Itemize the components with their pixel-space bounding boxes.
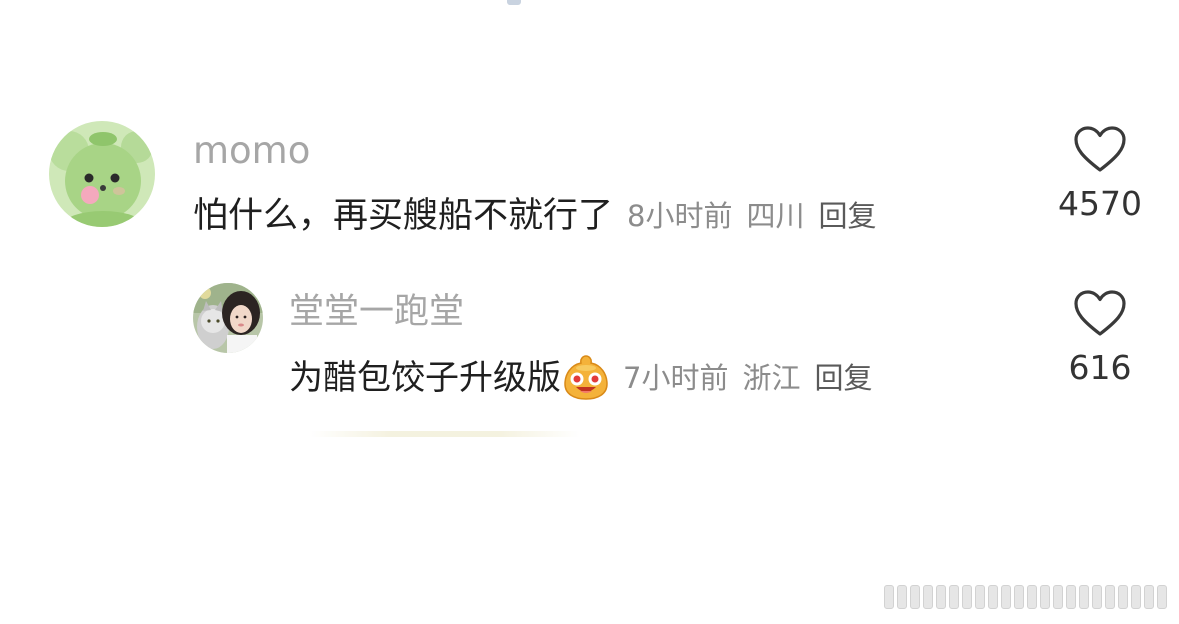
- comment-username[interactable]: momo: [193, 132, 310, 169]
- like-button[interactable]: 616: [1045, 289, 1155, 384]
- like-count: 4570: [1058, 184, 1142, 223]
- like-count: 616: [1068, 348, 1132, 387]
- watermark-glyph: [1053, 585, 1063, 609]
- girl-with-cat-avatar-icon: [193, 283, 263, 353]
- laughing-bun-emoji-icon: [563, 354, 609, 403]
- comment-body: 为醋包饺子升级版 7小时前 浙江 回复: [289, 354, 872, 403]
- comment-text: 为醋包饺子升级版: [289, 358, 561, 398]
- comment-location: 浙江: [742, 360, 801, 395]
- comment-location: 四川: [746, 198, 805, 233]
- watermark-glyph: [1118, 585, 1128, 609]
- watermark-glyph: [988, 585, 998, 609]
- watermark-glyph: [1092, 585, 1102, 609]
- comment-time: 7小时前: [623, 360, 729, 395]
- watermark-glyph: [949, 585, 959, 609]
- faint-divider: [310, 431, 580, 437]
- watermark-glyph: [1014, 585, 1024, 609]
- green-plush-avatar-icon: [49, 121, 155, 227]
- comment-text: 怕什么，再买艘船不就行了: [193, 195, 614, 236]
- heart-icon[interactable]: [1073, 125, 1127, 173]
- top-edge-mark: [507, 0, 521, 5]
- watermark-logo: [884, 584, 1167, 610]
- watermark-glyph: [1105, 585, 1115, 609]
- reply-button[interactable]: 回复: [814, 361, 872, 395]
- watermark-glyph: [975, 585, 985, 609]
- watermark-glyph: [1157, 585, 1167, 609]
- user-avatar[interactable]: [193, 283, 263, 353]
- watermark-glyph: [1066, 585, 1076, 609]
- watermark-glyph: [1079, 585, 1089, 609]
- watermark-glyph: [897, 585, 907, 609]
- watermark-glyph: [936, 585, 946, 609]
- comment-meta: 7小时前 浙江 回复: [623, 360, 872, 395]
- comment-body: 怕什么，再买艘船不就行了 8小时前 四川 回复: [193, 195, 877, 237]
- comment-time: 8小时前: [627, 198, 733, 233]
- reply-button[interactable]: 回复: [818, 199, 876, 233]
- comment-username[interactable]: 堂堂一跑堂: [289, 295, 464, 330]
- watermark-glyph: [923, 585, 933, 609]
- watermark-glyph: [962, 585, 972, 609]
- user-avatar[interactable]: [49, 121, 155, 227]
- watermark-glyph: [1001, 585, 1011, 609]
- watermark-glyph: [1027, 585, 1037, 609]
- watermark-glyph: [1131, 585, 1141, 609]
- watermark-glyph: [1144, 585, 1154, 609]
- watermark-glyph: [884, 585, 894, 609]
- heart-icon[interactable]: [1073, 289, 1127, 337]
- watermark-glyph: [910, 585, 920, 609]
- watermark-glyph: [1040, 585, 1050, 609]
- comment-meta: 8小时前 四川 回复: [627, 198, 876, 233]
- like-button[interactable]: 4570: [1045, 125, 1155, 220]
